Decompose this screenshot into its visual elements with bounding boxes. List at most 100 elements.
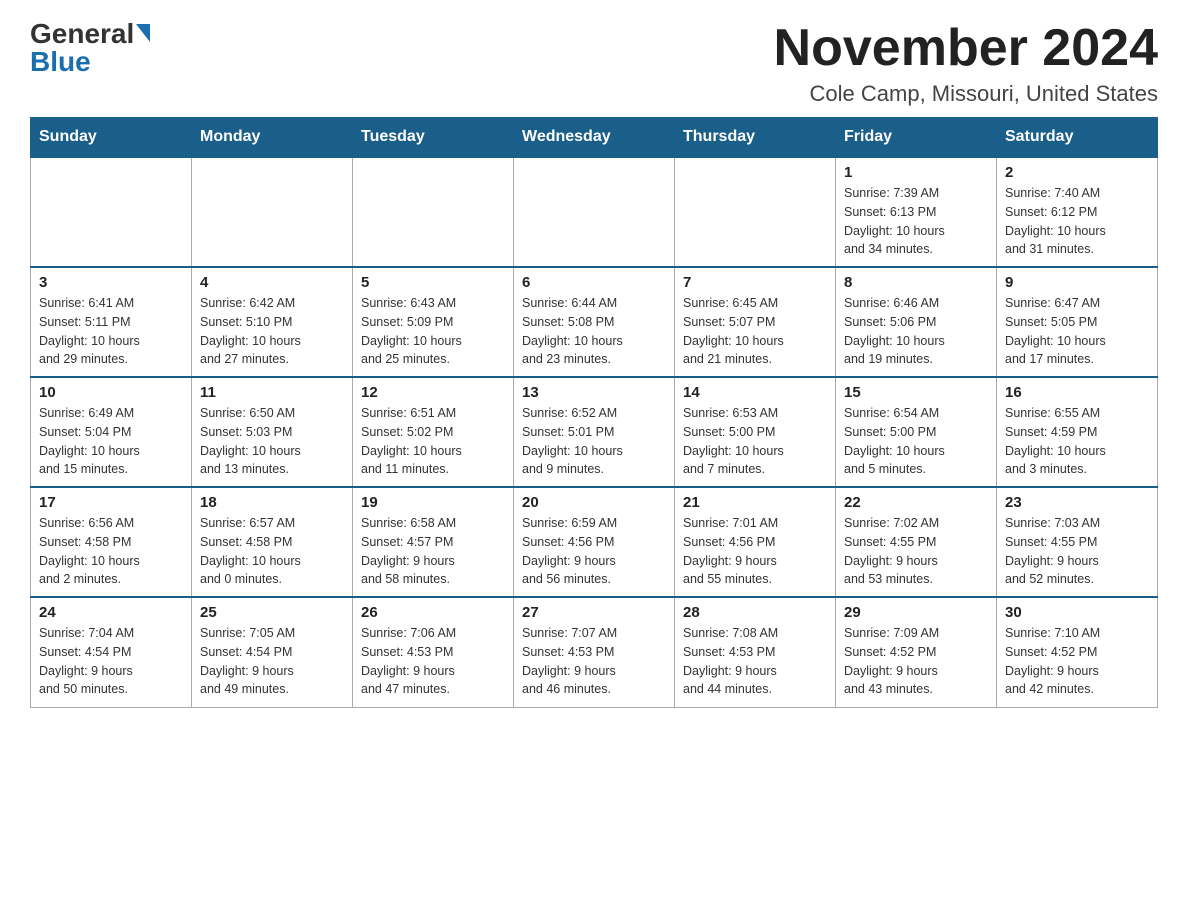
day-number: 16 [1005, 384, 1149, 401]
calendar-week-3: 10Sunrise: 6:49 AMSunset: 5:04 PMDayligh… [31, 377, 1158, 487]
calendar-cell [31, 157, 192, 267]
day-number: 21 [683, 494, 827, 511]
calendar-cell: 25Sunrise: 7:05 AMSunset: 4:54 PMDayligh… [192, 597, 353, 707]
logo-triangle-icon [136, 24, 150, 42]
calendar-cell: 18 Sunrise: 6:57 AMSunset: 4:58 PMDayligh… [192, 487, 353, 597]
calendar-cell: 21 Sunrise: 7:01 AMSunset: 4:56 PMDayligh… [675, 487, 836, 597]
calendar-cell: 13 Sunrise: 6:52 AMSunset: 5:01 PMDayligh… [514, 377, 675, 487]
day-info: Sunrise: 7:08 AMSunset: 4:53 PMDaylight:… [683, 624, 827, 699]
calendar-cell: 2Sunrise: 7:40 AMSunset: 6:12 PMDaylight… [997, 157, 1158, 267]
day-number: 2 [1005, 164, 1149, 181]
day-number: 5 [361, 274, 505, 291]
calendar-cell: 15Sunrise: 6:54 AMSunset: 5:00 PMDayligh… [836, 377, 997, 487]
calendar-cell: 3 Sunrise: 6:41 AMSunset: 5:11 PMDaylight… [31, 267, 192, 377]
day-number: 19 [361, 494, 505, 511]
calendar-cell: 9 Sunrise: 6:47 AMSunset: 5:05 PMDaylight… [997, 267, 1158, 377]
weekday-header-sunday: Sunday [31, 118, 192, 158]
calendar-week-4: 17Sunrise: 6:56 AMSunset: 4:58 PMDayligh… [31, 487, 1158, 597]
day-number: 8 [844, 274, 988, 291]
day-number: 30 [1005, 604, 1149, 621]
day-number: 27 [522, 604, 666, 621]
day-number: 24 [39, 604, 183, 621]
calendar-cell: 29 Sunrise: 7:09 AMSunset: 4:52 PMDayligh… [836, 597, 997, 707]
day-info: Sunrise: 7:04 AMSunset: 4:54 PMDaylight:… [39, 624, 183, 699]
day-info: Sunrise: 6:58 AMSunset: 4:57 PMDaylight:… [361, 514, 505, 589]
day-info: Sunrise: 7:10 AMSunset: 4:52 PMDaylight:… [1005, 624, 1149, 699]
calendar-cell [514, 157, 675, 267]
day-number: 3 [39, 274, 183, 291]
logo-blue-text: Blue [30, 48, 91, 76]
calendar-cell: 24 Sunrise: 7:04 AMSunset: 4:54 PMDayligh… [31, 597, 192, 707]
day-number: 1 [844, 164, 988, 181]
day-number: 14 [683, 384, 827, 401]
day-number: 28 [683, 604, 827, 621]
calendar-cell [675, 157, 836, 267]
day-info: Sunrise: 7:39 AMSunset: 6:13 PMDaylight:… [844, 184, 988, 259]
calendar-cell: 10Sunrise: 6:49 AMSunset: 5:04 PMDayligh… [31, 377, 192, 487]
calendar-cell: 16 Sunrise: 6:55 AMSunset: 4:59 PMDayligh… [997, 377, 1158, 487]
day-info: Sunrise: 6:57 AMSunset: 4:58 PMDaylight:… [200, 514, 344, 589]
day-info: Sunrise: 6:54 AMSunset: 5:00 PMDaylight:… [844, 404, 988, 479]
calendar-cell: 26Sunrise: 7:06 AMSunset: 4:53 PMDayligh… [353, 597, 514, 707]
day-number: 17 [39, 494, 183, 511]
calendar-cell: 5 Sunrise: 6:43 AMSunset: 5:09 PMDaylight… [353, 267, 514, 377]
day-info: Sunrise: 6:49 AMSunset: 5:04 PMDaylight:… [39, 404, 183, 479]
calendar-cell: 7Sunrise: 6:45 AMSunset: 5:07 PMDaylight… [675, 267, 836, 377]
day-info: Sunrise: 6:42 AMSunset: 5:10 PMDaylight:… [200, 294, 344, 369]
weekday-header-friday: Friday [836, 118, 997, 158]
calendar-cell: 30 Sunrise: 7:10 AMSunset: 4:52 PMDayligh… [997, 597, 1158, 707]
day-number: 12 [361, 384, 505, 401]
calendar-cell [192, 157, 353, 267]
month-title: November 2024 [774, 20, 1158, 77]
day-info: Sunrise: 6:52 AMSunset: 5:01 PMDaylight:… [522, 404, 666, 479]
day-info: Sunrise: 6:45 AMSunset: 5:07 PMDaylight:… [683, 294, 827, 369]
weekday-header-monday: Monday [192, 118, 353, 158]
day-info: Sunrise: 7:09 AMSunset: 4:52 PMDaylight:… [844, 624, 988, 699]
calendar-cell: 22 Sunrise: 7:02 AMSunset: 4:55 PMDayligh… [836, 487, 997, 597]
logo-general-text: General [30, 20, 134, 48]
calendar-cell: 4 Sunrise: 6:42 AMSunset: 5:10 PMDaylight… [192, 267, 353, 377]
title-block: November 2024 Cole Camp, Missouri, Unite… [774, 20, 1158, 107]
calendar-week-2: 3 Sunrise: 6:41 AMSunset: 5:11 PMDaylight… [31, 267, 1158, 377]
day-number: 22 [844, 494, 988, 511]
day-info: Sunrise: 6:41 AMSunset: 5:11 PMDaylight:… [39, 294, 183, 369]
day-number: 29 [844, 604, 988, 621]
weekday-header-tuesday: Tuesday [353, 118, 514, 158]
logo: General Blue [30, 20, 150, 76]
page-header: General Blue November 2024 Cole Camp, Mi… [30, 20, 1158, 107]
day-number: 9 [1005, 274, 1149, 291]
day-number: 4 [200, 274, 344, 291]
calendar-cell: 23 Sunrise: 7:03 AMSunset: 4:55 PMDayligh… [997, 487, 1158, 597]
day-info: Sunrise: 7:03 AMSunset: 4:55 PMDaylight:… [1005, 514, 1149, 589]
day-info: Sunrise: 7:05 AMSunset: 4:54 PMDaylight:… [200, 624, 344, 699]
calendar-cell: 19 Sunrise: 6:58 AMSunset: 4:57 PMDayligh… [353, 487, 514, 597]
weekday-header-wednesday: Wednesday [514, 118, 675, 158]
day-info: Sunrise: 7:07 AMSunset: 4:53 PMDaylight:… [522, 624, 666, 699]
day-info: Sunrise: 7:01 AMSunset: 4:56 PMDaylight:… [683, 514, 827, 589]
calendar-cell: 27 Sunrise: 7:07 AMSunset: 4:53 PMDayligh… [514, 597, 675, 707]
day-info: Sunrise: 6:46 AMSunset: 5:06 PMDaylight:… [844, 294, 988, 369]
day-number: 11 [200, 384, 344, 401]
day-info: Sunrise: 6:51 AMSunset: 5:02 PMDaylight:… [361, 404, 505, 479]
day-number: 13 [522, 384, 666, 401]
calendar-cell: 14 Sunrise: 6:53 AMSunset: 5:00 PMDayligh… [675, 377, 836, 487]
calendar-cell: 20 Sunrise: 6:59 AMSunset: 4:56 PMDayligh… [514, 487, 675, 597]
location-title: Cole Camp, Missouri, United States [774, 81, 1158, 107]
day-info: Sunrise: 6:59 AMSunset: 4:56 PMDaylight:… [522, 514, 666, 589]
weekday-header-saturday: Saturday [997, 118, 1158, 158]
calendar-week-5: 24 Sunrise: 7:04 AMSunset: 4:54 PMDayligh… [31, 597, 1158, 707]
calendar-cell [353, 157, 514, 267]
day-info: Sunrise: 6:53 AMSunset: 5:00 PMDaylight:… [683, 404, 827, 479]
day-info: Sunrise: 6:44 AMSunset: 5:08 PMDaylight:… [522, 294, 666, 369]
day-number: 23 [1005, 494, 1149, 511]
day-info: Sunrise: 7:02 AMSunset: 4:55 PMDaylight:… [844, 514, 988, 589]
day-info: Sunrise: 6:43 AMSunset: 5:09 PMDaylight:… [361, 294, 505, 369]
day-info: Sunrise: 6:50 AMSunset: 5:03 PMDaylight:… [200, 404, 344, 479]
day-number: 18 [200, 494, 344, 511]
day-number: 20 [522, 494, 666, 511]
calendar-cell: 28 Sunrise: 7:08 AMSunset: 4:53 PMDayligh… [675, 597, 836, 707]
day-info: Sunrise: 6:55 AMSunset: 4:59 PMDaylight:… [1005, 404, 1149, 479]
calendar-cell: 12 Sunrise: 6:51 AMSunset: 5:02 PMDayligh… [353, 377, 514, 487]
day-info: Sunrise: 6:47 AMSunset: 5:05 PMDaylight:… [1005, 294, 1149, 369]
calendar-cell: 8 Sunrise: 6:46 AMSunset: 5:06 PMDaylight… [836, 267, 997, 377]
